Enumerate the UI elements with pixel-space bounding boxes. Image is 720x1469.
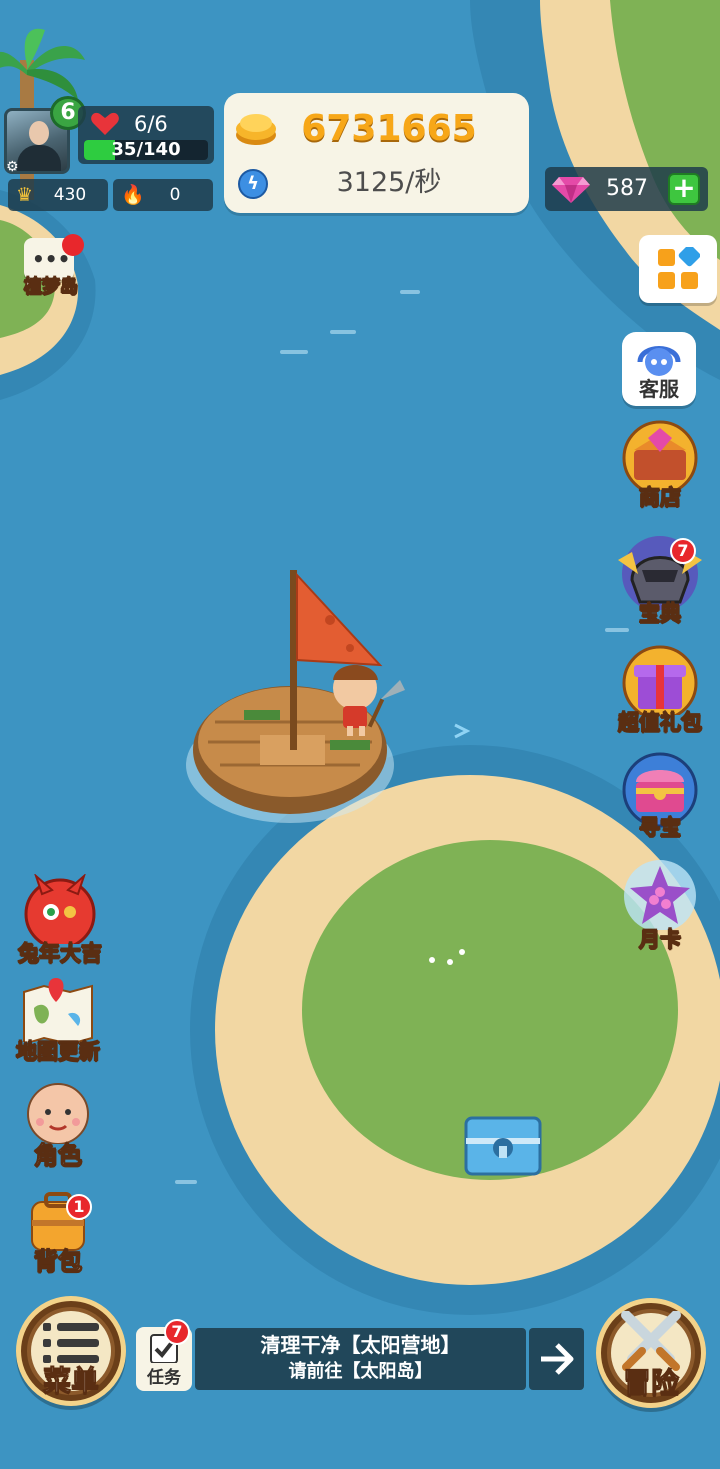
gift-box-icon (622, 645, 698, 715)
stamina-bar: 35/140 (84, 140, 208, 160)
task-go-button[interactable] (529, 1328, 584, 1390)
add-gems-button[interactable]: + (668, 173, 700, 205)
map-update-label: 地图更新 (16, 1039, 101, 1064)
star-jar-icon (624, 860, 696, 930)
stat-box: 6/6 35/140 (78, 106, 214, 164)
crown-value: 430 (53, 185, 87, 205)
gift-pack-button[interactable]: 超值礼包 (616, 645, 704, 737)
task-title: 清理干净【太阳营地】 (260, 1333, 461, 1357)
codex-button[interactable]: 7 宝典 (612, 530, 708, 626)
player-profile[interactable]: 6 ⚙ 6/6 35/140 (4, 96, 214, 176)
monthly-card-label: 月卡 (639, 927, 682, 952)
task-badge: 7 (164, 1319, 190, 1345)
shop-chest-icon (622, 420, 698, 490)
coin-value: 6731665 (301, 108, 477, 149)
hp-value: 6/6 (134, 112, 168, 136)
coin-rate: 3125/秒 (336, 167, 442, 198)
task-label: 任务 (147, 1368, 181, 1388)
backpack-badge: 1 (66, 1194, 92, 1220)
stamina-value: 35/140 (111, 140, 181, 160)
gift-pack-label: 超值礼包 (618, 710, 703, 735)
backpack-label: 背包 (34, 1247, 83, 1275)
treasure-chest[interactable] (464, 1116, 542, 1176)
codex-badge: 7 (670, 538, 696, 564)
crown-counter[interactable]: ♛ 430 (8, 179, 108, 211)
character-button[interactable]: 角色 (22, 1080, 94, 1172)
arrow-right-icon (541, 1343, 574, 1375)
shop-button[interactable]: 商店 (618, 420, 702, 512)
adventure-button[interactable]: 冒险 (596, 1298, 706, 1408)
menu-label: 菜单 (42, 1364, 99, 1397)
menu-button[interactable]: 菜单 (16, 1296, 126, 1406)
notification-dot (62, 234, 84, 256)
headset-icon (637, 346, 681, 376)
lightning-icon: ϟ (238, 169, 268, 199)
treasure-hunt-button[interactable]: 寻宝 (618, 752, 702, 842)
fire-counter[interactable]: 🔥 0 (113, 179, 213, 211)
customer-service-button[interactable]: 客服 (622, 332, 696, 406)
backpack-button[interactable]: 1 背包 (22, 1192, 94, 1280)
rabbit-icon (24, 874, 96, 944)
dream-island-label: 植梦岛 (24, 276, 79, 298)
crown-icon: ♛ (16, 184, 34, 206)
gear-icon[interactable]: ⚙ (6, 160, 19, 174)
gem-icon (552, 177, 590, 203)
fire-value: 0 (169, 185, 181, 205)
character-label: 角色 (34, 1141, 83, 1169)
character-face-icon (27, 1083, 89, 1144)
monthly-card-button[interactable]: 月卡 (620, 860, 700, 952)
currency-panel[interactable]: 6731665 ϟ 3125/秒 (224, 93, 529, 213)
current-task-banner[interactable]: 清理干净【太阳营地】 请前往【太阳岛】 (195, 1328, 526, 1390)
grid-icon (658, 247, 700, 289)
more-apps-button[interactable] (639, 235, 717, 303)
shop-label: 商店 (639, 485, 682, 510)
rabbit-year-label: 兔年大吉 (18, 941, 103, 966)
crossed-swords-icon (621, 1311, 681, 1371)
codex-helmet-icon (618, 536, 702, 610)
chat-bubble-icon: ••• (32, 247, 71, 271)
dream-island-button[interactable]: ••• 植梦岛 (20, 232, 84, 302)
flame-icon: 🔥 (121, 184, 145, 206)
heart-icon (91, 112, 119, 135)
treasure-hunt-label: 寻宝 (639, 815, 682, 840)
codex-label: 宝典 (639, 601, 682, 626)
task-subtitle: 请前往【太阳岛】 (288, 1361, 433, 1382)
task-button[interactable]: 任务 7 (136, 1319, 192, 1391)
gem-panel[interactable]: 587 + (545, 167, 708, 211)
service-label: 客服 (639, 377, 679, 401)
adventure-label: 冒险 (622, 1366, 679, 1399)
map-icon (23, 978, 93, 1042)
map-update-button[interactable]: 地图更新 (16, 978, 101, 1064)
coin-icon (236, 114, 276, 145)
rabbit-year-button[interactable]: 兔年大吉 (18, 874, 103, 966)
gem-value: 587 (606, 176, 648, 201)
list-icon (43, 1323, 99, 1363)
